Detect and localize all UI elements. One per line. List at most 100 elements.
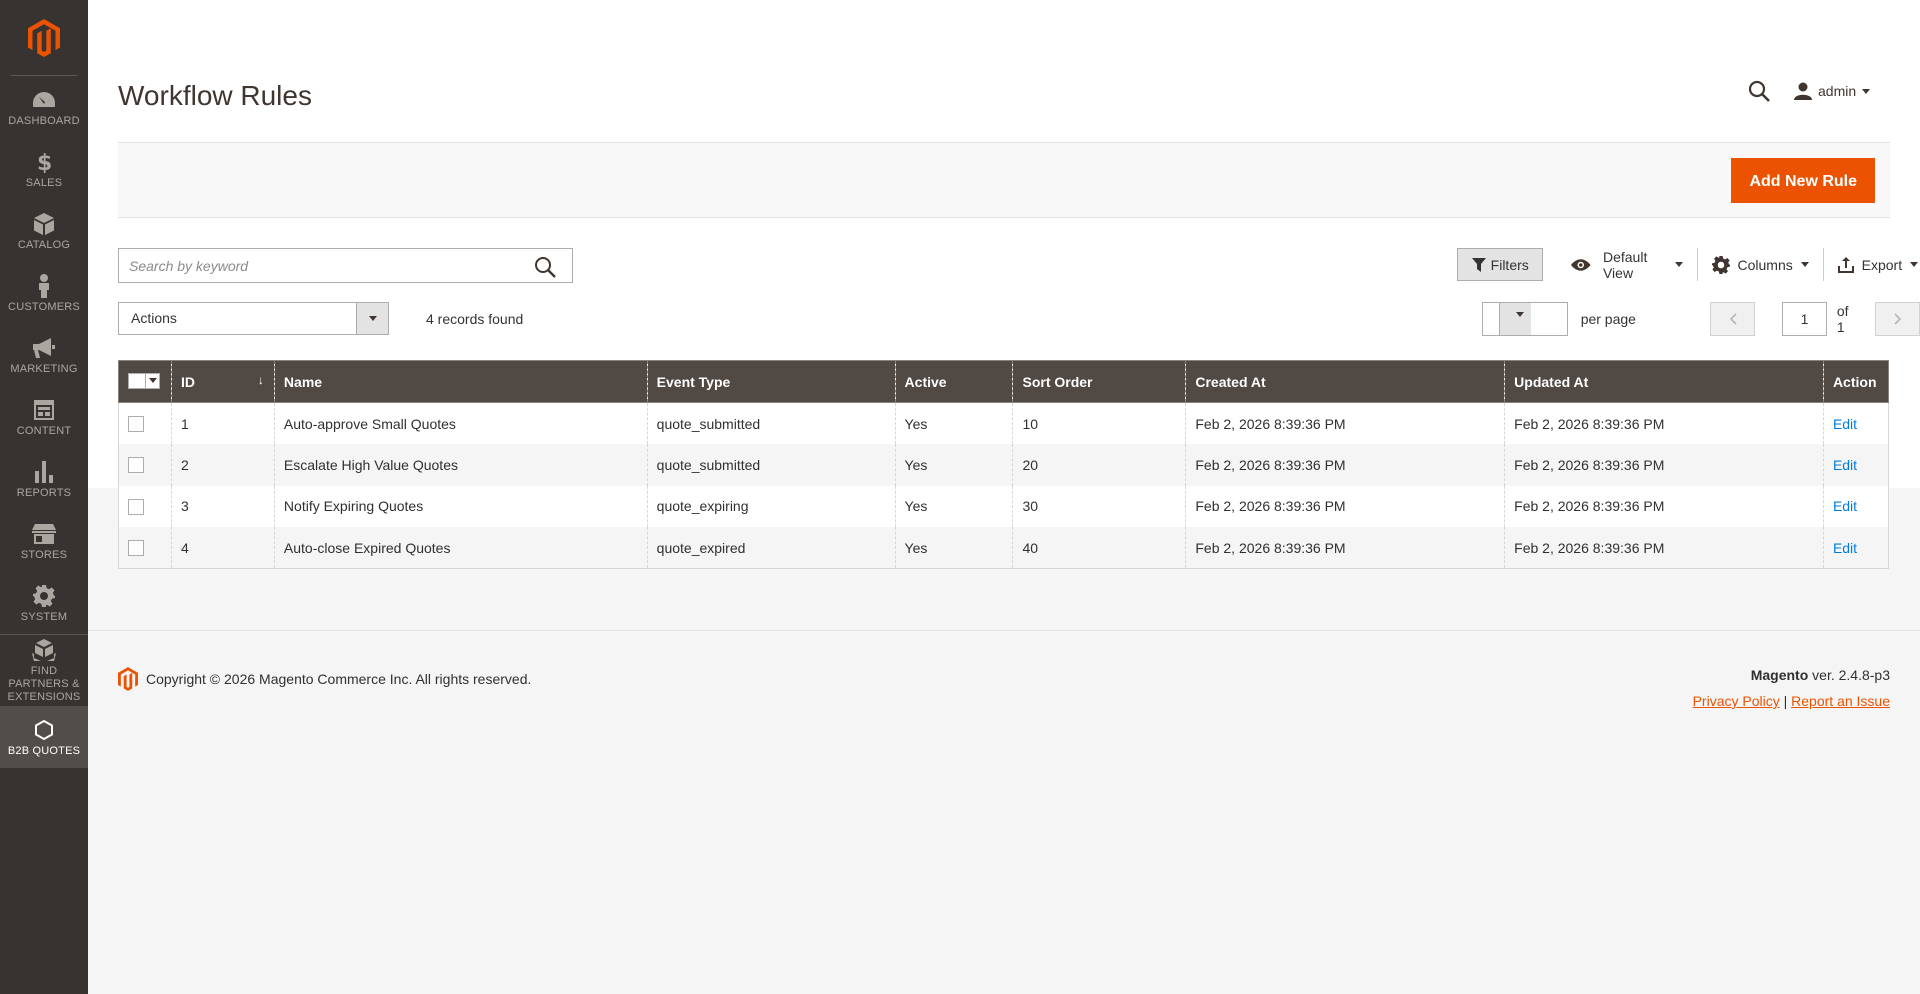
nav-content-label: CONTENT — [16, 424, 72, 437]
nav-reports-label: REPORTS — [16, 486, 72, 499]
nav-system[interactable]: SYSTEM — [0, 572, 88, 634]
nav-sales[interactable]: $ SALES — [0, 138, 88, 200]
cell-created-at: Feb 2, 2026 8:39:36 PM — [1185, 527, 1505, 569]
column-header-updated-at[interactable]: Updated At — [1504, 360, 1824, 403]
cell-updated-at: Feb 2, 2026 8:39:36 PM — [1504, 444, 1824, 486]
grid-header-row: ID ↓ Name Event Type Active Sort Order Cr… — [118, 360, 1890, 403]
layout-icon — [34, 397, 54, 423]
copyright: Copyright © 2026 Magento Commerce Inc. A… — [118, 667, 531, 691]
export-icon — [1837, 256, 1854, 273]
report-issue-link[interactable]: Report an Issue — [1791, 693, 1890, 709]
chevron-down-icon — [1674, 262, 1683, 267]
view-switcher[interactable]: Default View — [1557, 248, 1696, 281]
nav-catalog[interactable]: CATALOG — [0, 200, 88, 262]
cell-updated-at: Feb 2, 2026 8:39:36 PM — [1504, 485, 1824, 527]
nav-marketing[interactable]: MARKETING — [0, 324, 88, 386]
column-header-sort-order[interactable]: Sort Order — [1012, 360, 1186, 403]
keyword-search — [118, 248, 573, 283]
per-page-label: per page — [1580, 311, 1636, 327]
footer-links: Privacy Policy | Report an Issue — [1693, 693, 1890, 709]
column-header-created-at[interactable]: Created At — [1185, 360, 1505, 403]
chevron-down-icon — [1499, 303, 1531, 335]
search-icon — [1748, 80, 1770, 102]
column-header-event-type[interactable]: Event Type — [646, 360, 896, 403]
cell-active: Yes — [894, 402, 1013, 444]
chevron-down-icon — [1862, 88, 1871, 94]
cell-name: Notify Expiring Quotes — [273, 485, 648, 527]
chevron-down-icon — [356, 303, 388, 334]
nav-content[interactable]: CONTENT — [0, 386, 88, 448]
dollar-icon: $ — [37, 149, 51, 175]
version-info: Magento ver. 2.4.8-p3 — [1751, 667, 1890, 683]
cell-event-type: quote_expiring — [646, 485, 896, 527]
admin-user-menu[interactable]: admin — [1794, 82, 1871, 100]
columns-label: Columns — [1737, 256, 1793, 273]
row-checkbox[interactable] — [128, 457, 144, 474]
nav-system-label: SYSTEM — [20, 610, 68, 623]
chevron-down-icon — [1800, 262, 1809, 267]
cell-name: Auto-close Expired Quotes — [273, 527, 648, 569]
table-row: 4 Auto-close Expired Quotes quote_expire… — [118, 527, 1890, 569]
next-page-button[interactable] — [1875, 302, 1920, 336]
records-found: 4 records found — [426, 311, 524, 327]
export-button[interactable]: Export — [1824, 248, 1920, 281]
row-checkbox[interactable] — [128, 498, 144, 515]
export-label: Export — [1861, 256, 1903, 273]
mass-select-header[interactable] — [118, 360, 172, 403]
row-checkbox[interactable] — [128, 540, 144, 557]
page-number-input[interactable]: 1 — [1782, 302, 1827, 336]
cell-created-at: Feb 2, 2026 8:39:36 PM — [1185, 444, 1505, 486]
cell-id: 1 — [170, 402, 275, 444]
cell-created-at: Feb 2, 2026 8:39:36 PM — [1185, 485, 1505, 527]
privacy-policy-link[interactable]: Privacy Policy — [1693, 693, 1780, 709]
copyright-text: Copyright © 2026 Magento Commerce Inc. A… — [146, 671, 532, 687]
bar-chart-icon — [35, 459, 53, 485]
columns-button[interactable]: Columns — [1698, 248, 1823, 281]
edit-link[interactable]: Edit — [1833, 457, 1857, 473]
row-checkbox[interactable] — [128, 416, 144, 433]
previous-page-button[interactable] — [1710, 302, 1756, 336]
cell-event-type: quote_expired — [646, 527, 896, 569]
view-label: Default View — [1602, 248, 1648, 281]
search-submit-button[interactable] — [534, 256, 556, 283]
nav-reports[interactable]: REPORTS — [0, 448, 88, 510]
edit-link[interactable]: Edit — [1833, 416, 1857, 432]
filters-button[interactable]: Filters — [1457, 248, 1544, 281]
cell-updated-at: Feb 2, 2026 8:39:36 PM — [1504, 402, 1824, 444]
search-input[interactable] — [119, 249, 519, 282]
cell-event-type: quote_submitted — [646, 444, 896, 486]
workflow-rules-grid: ID ↓ Name Event Type Active Sort Order Cr… — [118, 360, 1890, 569]
cell-active: Yes — [894, 444, 1013, 486]
table-row: 2 Escalate High Value Quotes quote_submi… — [118, 444, 1890, 486]
edit-link[interactable]: Edit — [1833, 498, 1857, 514]
nav-catalog-label: CATALOG — [17, 238, 71, 251]
edit-link[interactable]: Edit — [1833, 540, 1857, 556]
magento-logo[interactable] — [10, 0, 78, 76]
cell-id: 2 — [170, 444, 275, 486]
per-page-select[interactable]: 20 — [1482, 302, 1568, 336]
version-number: ver. 2.4.8-p3 — [1812, 667, 1890, 683]
column-header-name[interactable]: Name — [273, 360, 648, 403]
nav-stores[interactable]: STORES — [0, 510, 88, 572]
eye-icon — [1571, 258, 1591, 271]
gear-icon — [33, 583, 55, 609]
user-icon — [1794, 82, 1812, 100]
nav-find-partners[interactable]: FIND PARTNERS & EXTENSIONS — [0, 634, 88, 706]
nav-customers[interactable]: CUSTOMERS — [0, 262, 88, 324]
mass-select-checkbox[interactable] — [128, 372, 160, 389]
add-new-rule-button[interactable]: Add New Rule — [1731, 158, 1875, 203]
global-search-button[interactable] — [1748, 80, 1770, 107]
page-body: Workflow Rules admin Add New Rule Filter… — [88, 0, 1920, 569]
nav-dashboard[interactable]: DASHBOARD — [0, 76, 88, 138]
cell-active: Yes — [894, 527, 1013, 569]
mass-actions-select[interactable]: Actions — [118, 302, 389, 335]
column-header-id[interactable]: ID ↓ — [170, 360, 275, 403]
nav-marketing-label: MARKETING — [10, 362, 78, 375]
sort-arrow-icon: ↓ — [257, 373, 264, 387]
column-header-active[interactable]: Active — [894, 360, 1013, 403]
cell-id: 4 — [170, 527, 275, 569]
nav-customers-label: CUSTOMERS — [8, 300, 80, 313]
admin-sidebar: DASHBOARD $ SALES CATALOG CUSTOMERS MARK… — [0, 0, 88, 994]
cell-sort-order: 30 — [1012, 485, 1186, 527]
nav-b2b-quotes[interactable]: B2B QUOTES — [0, 706, 88, 768]
